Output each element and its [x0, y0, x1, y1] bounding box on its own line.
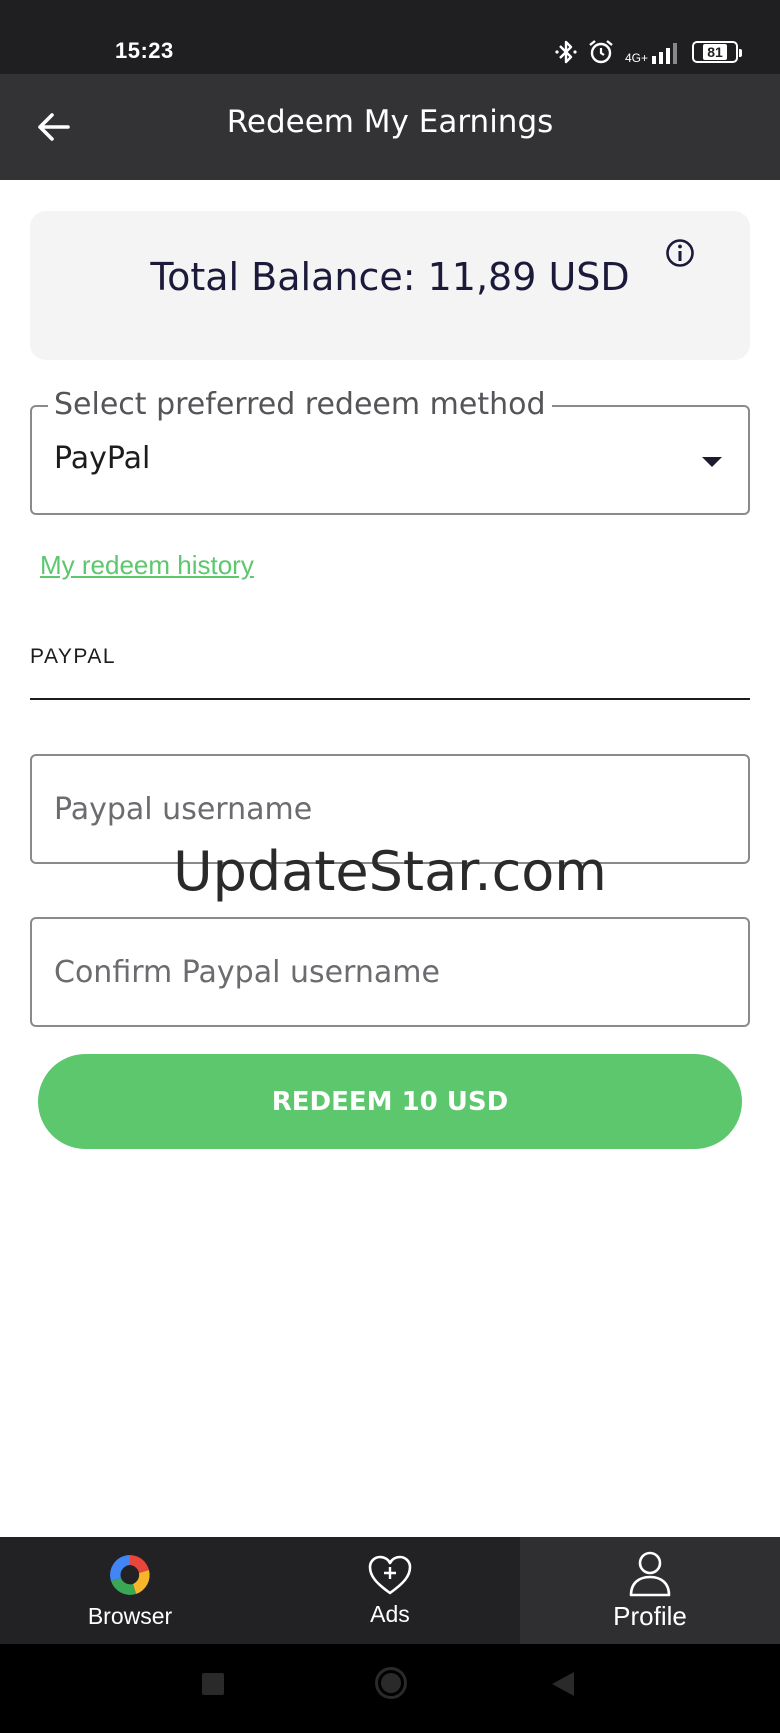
bottom-nav: Browser Ads Profile	[0, 1537, 780, 1644]
caret-down-icon	[702, 457, 722, 467]
paypal-username-input[interactable]	[30, 754, 750, 864]
nav-label-ads: Ads	[370, 1601, 410, 1627]
page-title: Redeem My Earnings	[226, 104, 554, 140]
redeem-button[interactable]: REDEEM 10 USD	[38, 1054, 742, 1149]
redeem-method-select[interactable]: Select preferred redeem method PayPal	[30, 387, 750, 515]
nav-label-browser: Browser	[87, 1603, 173, 1629]
nav-item-profile[interactable]: Profile	[520, 1537, 780, 1644]
bluetooth-icon	[555, 40, 577, 64]
nav-item-browser[interactable]: Browser	[0, 1537, 260, 1644]
battery-icon: 81	[692, 41, 742, 63]
network-type: 4G+	[624, 51, 648, 65]
nav-label-profile: Profile	[613, 1601, 687, 1631]
balance-card: Total Balance: 11,89 USD	[30, 211, 750, 360]
heart-plus-icon	[368, 1555, 412, 1595]
status-time: 15:23	[115, 38, 174, 63]
info-icon[interactable]	[664, 237, 696, 269]
signal-icon: 4G+	[625, 40, 682, 64]
nav-item-ads[interactable]: Ads	[260, 1537, 520, 1644]
status-icons: 4G+ 81	[555, 38, 742, 66]
recents-square-icon[interactable]	[201, 1672, 225, 1696]
app-bar: Redeem My Earnings	[0, 74, 780, 180]
tab-underline	[30, 698, 750, 700]
battery-level: 81	[703, 44, 727, 60]
tab-paypal: PAYPAL	[30, 645, 117, 668]
redeem-method-label: Select preferred redeem method	[48, 387, 552, 422]
person-icon	[629, 1551, 671, 1597]
redeem-method-value: PayPal	[54, 441, 151, 476]
confirm-paypal-username-input[interactable]	[30, 917, 750, 1027]
browser-logo-icon	[110, 1555, 150, 1595]
redeem-history-link[interactable]: My redeem history	[40, 550, 254, 581]
home-circle-icon[interactable]	[374, 1666, 408, 1700]
back-triangle-icon[interactable]	[550, 1670, 576, 1698]
status-bar: 15:23 4G+ 81	[0, 0, 780, 74]
total-balance: Total Balance: 11,89 USD	[150, 255, 630, 299]
system-nav-bar	[0, 1644, 780, 1733]
alarm-icon	[589, 40, 613, 64]
